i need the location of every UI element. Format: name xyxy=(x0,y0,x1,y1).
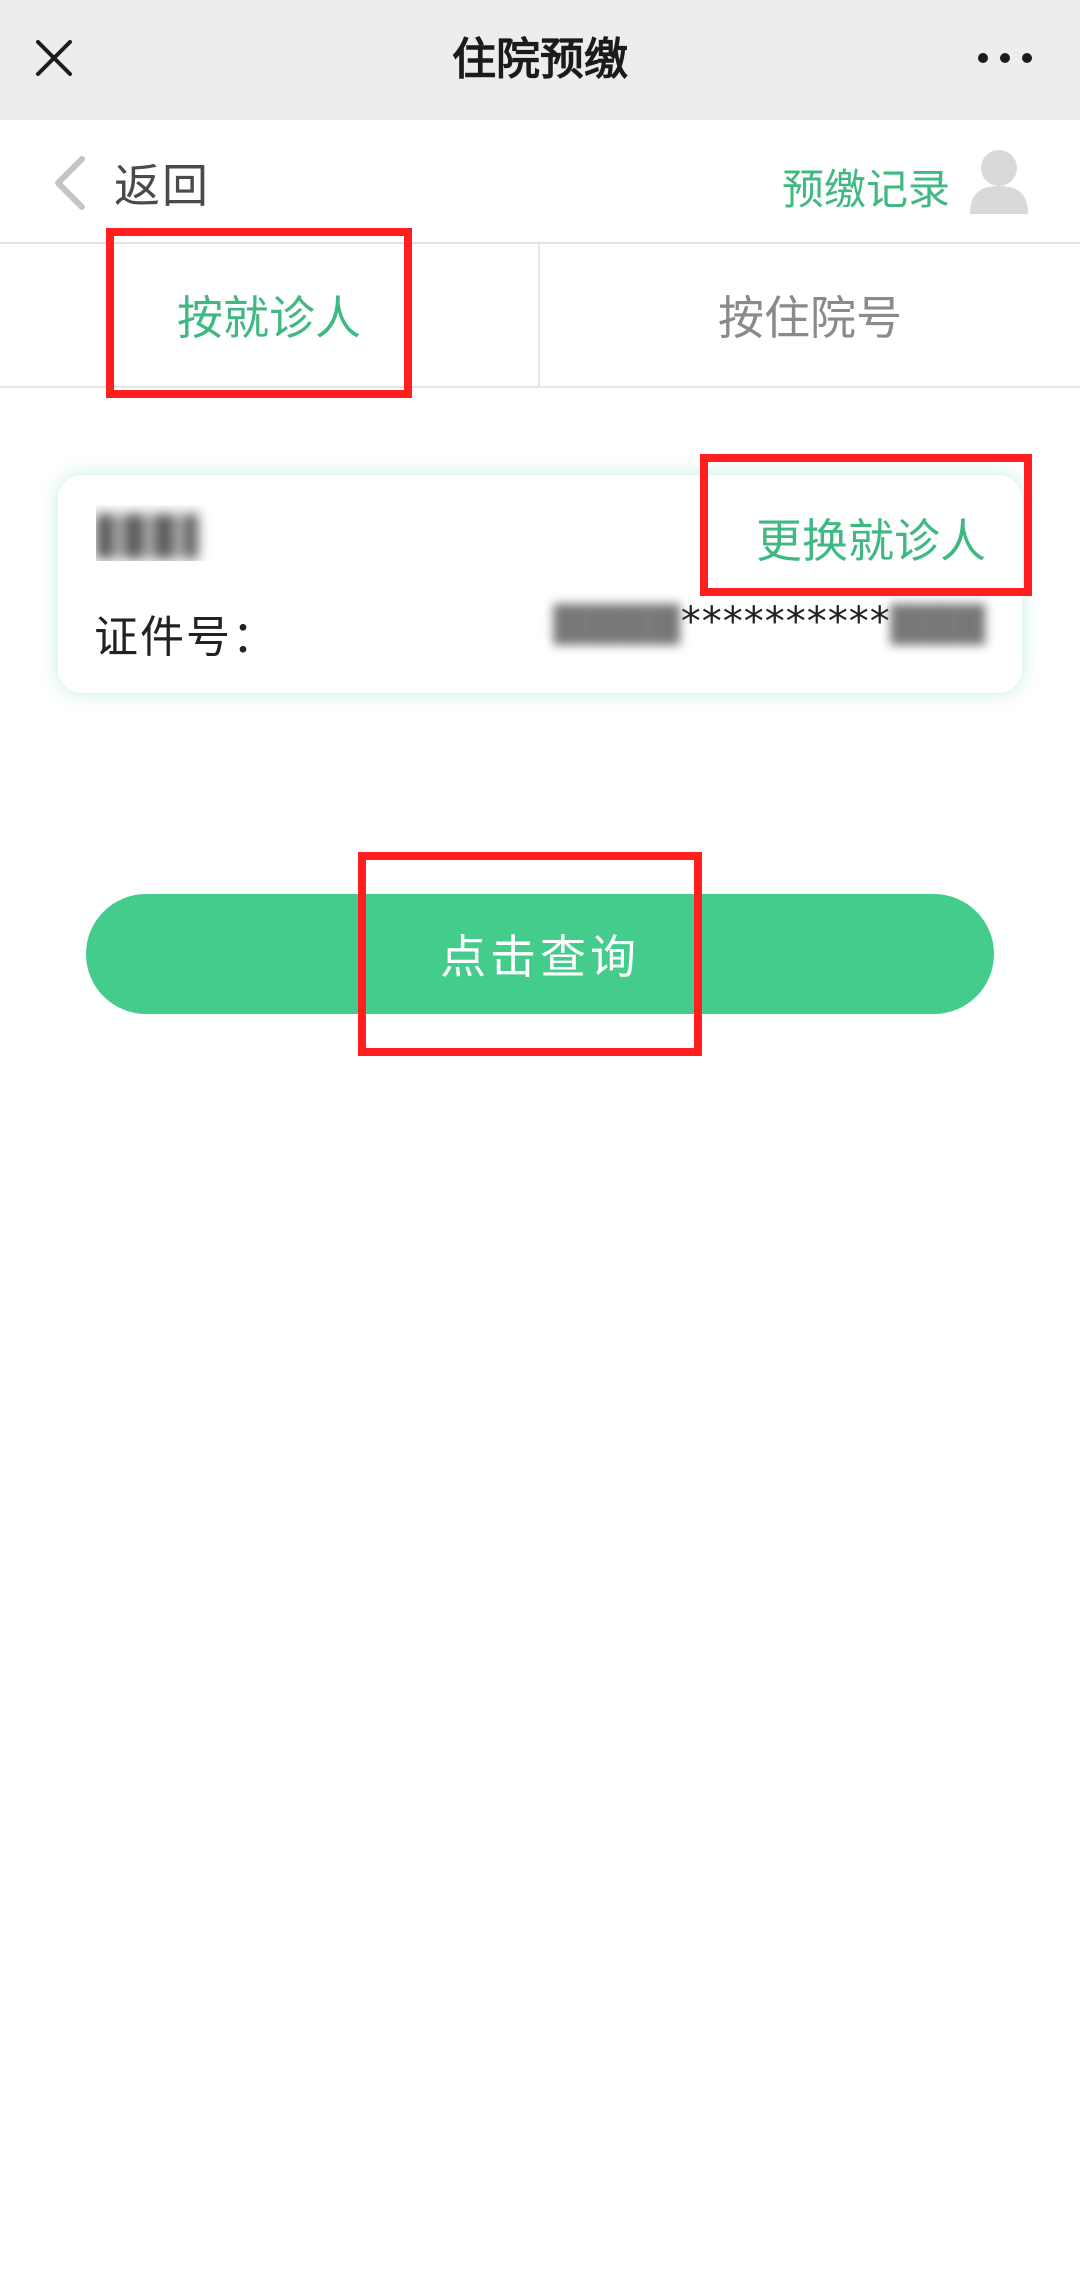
avatar-icon[interactable] xyxy=(968,148,1030,214)
more-icon[interactable] xyxy=(975,48,1035,68)
nav-bar: 返回 预缴记录 xyxy=(0,120,1080,244)
patient-card: ▇▇▇ 更换就诊人 证件号： ▇▇▇▇**********▇▇▇ xyxy=(58,475,1022,693)
chevron-left-icon xyxy=(55,156,85,210)
tab-by-patient[interactable]: 按就诊人 xyxy=(0,244,540,386)
id-prefix: ▇▇▇▇ xyxy=(553,599,681,645)
back-label: 返回 xyxy=(114,159,210,213)
page: 住院预缴 返回 预缴记录 按就诊人 按住院号 ▇▇▇ 更换就诊人 证件号： ▇▇… xyxy=(0,0,1080,2275)
tab-by-admission-number[interactable]: 按住院号 xyxy=(540,244,1080,386)
id-value: ▇▇▇▇**********▇▇▇ xyxy=(554,599,986,645)
change-patient-button[interactable]: 更换就诊人 xyxy=(756,505,986,571)
patient-name: ▇▇▇ xyxy=(96,505,236,561)
title-bar: 住院预缴 xyxy=(0,0,1080,120)
patient-name-text: ▇▇▇ xyxy=(96,507,198,559)
records-link[interactable]: 预缴记录 xyxy=(782,156,950,217)
back-button[interactable]: 返回 xyxy=(50,150,210,216)
id-label: 证件号： xyxy=(94,612,278,663)
id-suffix: ▇▇▇ xyxy=(890,599,986,645)
tab-bar: 按就诊人 按住院号 xyxy=(0,244,1080,388)
id-masked: ********** xyxy=(680,599,891,645)
page-title: 住院预缴 xyxy=(452,34,628,85)
query-button[interactable]: 点击查询 xyxy=(86,894,994,1014)
